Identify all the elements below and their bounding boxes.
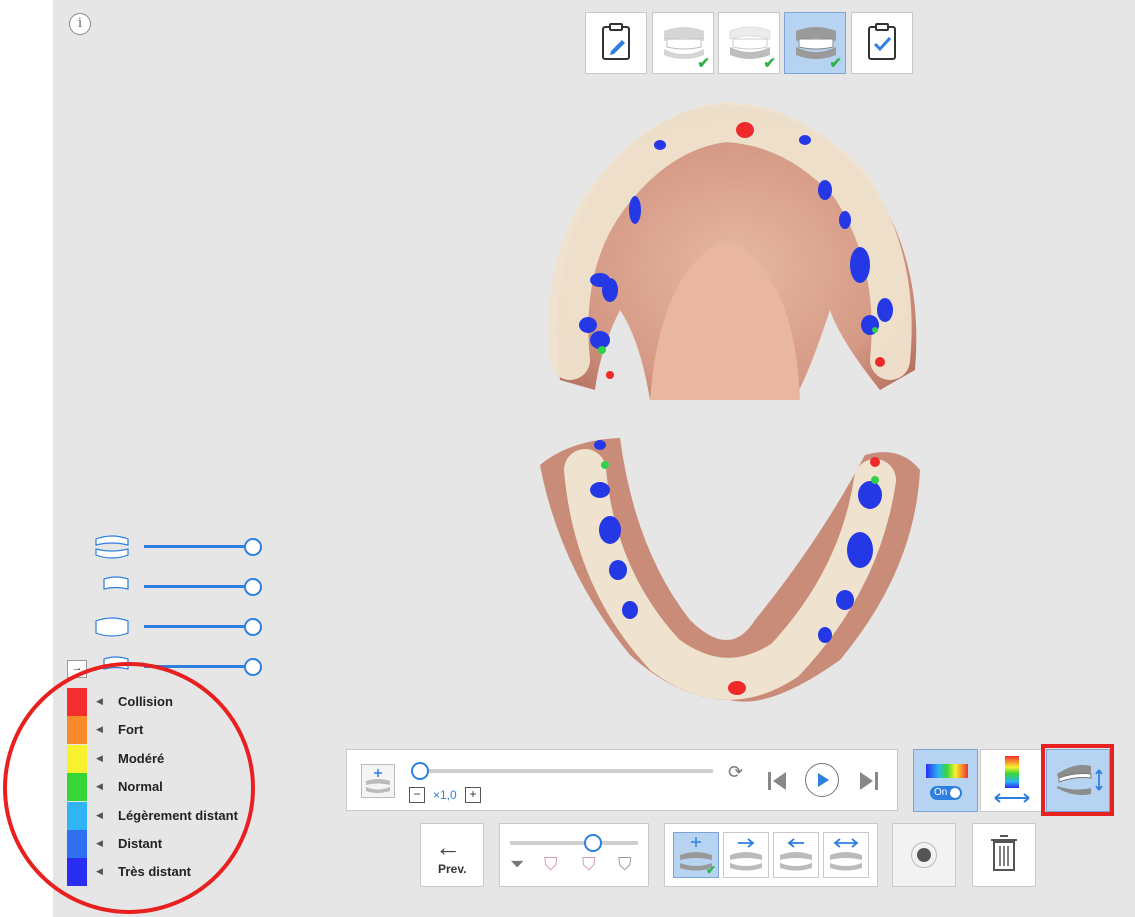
skip-start-icon[interactable]	[765, 769, 789, 793]
dental-model-view[interactable]	[540, 100, 930, 710]
review-step-button[interactable]	[851, 12, 913, 74]
shift-right-icon	[730, 838, 762, 871]
check-icon: ✔	[697, 55, 710, 72]
highlight-circle	[3, 662, 255, 914]
both-jaws-icon	[95, 535, 129, 559]
skip-end-icon[interactable]	[857, 769, 881, 793]
speed-decrease-button[interactable]: −	[409, 787, 425, 803]
lower-jaw-model[interactable]	[540, 438, 920, 702]
upper-jaw-icon	[103, 576, 129, 590]
vertical-scale-arrows-icon	[994, 756, 1030, 803]
lower-jaw-icon	[95, 617, 129, 637]
play-button[interactable]	[805, 763, 839, 797]
move-jaw-button[interactable]: ✔	[673, 832, 719, 878]
prev-button[interactable]: ← Prev.	[420, 823, 484, 887]
shift-both-button[interactable]	[823, 832, 869, 878]
move-bite-button[interactable]	[361, 764, 395, 798]
playback-panel: − ×1,0 + ⟳	[346, 749, 898, 811]
alignment-panel: ✔	[664, 823, 878, 887]
on-toggle: On	[930, 786, 962, 800]
info-icon[interactable]: i	[69, 13, 91, 35]
arrow-left-icon: ←	[435, 832, 461, 862]
bite-scan-step-button[interactable]: ✔	[784, 12, 846, 74]
check-icon: ✔	[763, 55, 776, 72]
timeline-knob[interactable]	[411, 762, 429, 780]
trash-icon	[991, 835, 1017, 871]
speed-increase-button[interactable]: +	[465, 787, 481, 803]
move-teeth-icon	[366, 769, 390, 793]
slider-knob[interactable]	[244, 658, 262, 676]
toggle-knob	[950, 788, 960, 798]
delete-button[interactable]	[972, 823, 1036, 887]
tooth-icon[interactable]: ⛉	[618, 854, 632, 875]
slider-knob[interactable]	[244, 538, 262, 556]
check-icon: ✔	[829, 55, 842, 72]
slider-knob[interactable]	[244, 618, 262, 636]
clipboard-check-icon	[868, 23, 896, 60]
slider-track[interactable]	[144, 585, 252, 588]
upper-scan-step-button[interactable]: ✔	[652, 12, 714, 74]
record-button[interactable]	[892, 823, 956, 887]
timeline-track[interactable]	[415, 769, 713, 773]
color-scale-icon	[926, 764, 968, 778]
slider-row-lower-jaw	[94, 615, 264, 639]
speed-label: ×1,0	[433, 788, 457, 802]
slider-row-upper-jaw	[94, 575, 264, 599]
slider-track[interactable]	[144, 545, 252, 548]
order-form-button[interactable]	[585, 12, 647, 74]
distance-scale-button[interactable]	[980, 749, 1044, 812]
check-icon: ✔	[705, 863, 716, 877]
transparency-track[interactable]	[510, 841, 638, 845]
clipboard-edit-icon	[602, 23, 630, 60]
upper-jaw-model[interactable]	[548, 101, 917, 400]
record-icon	[911, 842, 937, 868]
shift-left-button[interactable]	[773, 832, 819, 878]
shift-both-icon	[830, 838, 862, 871]
color-map-toggle-button[interactable]: On	[913, 749, 978, 812]
play-icon	[818, 773, 829, 787]
slider-row-both-jaws	[94, 535, 264, 559]
loop-icon[interactable]: ⟳	[728, 762, 743, 783]
prev-label: Prev.	[438, 862, 467, 876]
filter-icon[interactable]: ⏷	[510, 854, 524, 875]
tooth-root-icon[interactable]: ⛉	[582, 854, 596, 875]
highlight-box	[1041, 744, 1114, 816]
shift-right-button[interactable]	[723, 832, 769, 878]
slider-track[interactable]	[144, 625, 252, 628]
slider-knob[interactable]	[244, 578, 262, 596]
shift-left-icon	[780, 838, 812, 871]
tooth-gum-icon[interactable]: ⛉	[544, 854, 558, 875]
transparency-panel: ⏷ ⛉ ⛉ ⛉	[499, 823, 649, 887]
toggle-state-label: On	[934, 787, 948, 798]
transparency-knob[interactable]	[584, 834, 602, 852]
lower-scan-step-button[interactable]: ✔	[718, 12, 780, 74]
